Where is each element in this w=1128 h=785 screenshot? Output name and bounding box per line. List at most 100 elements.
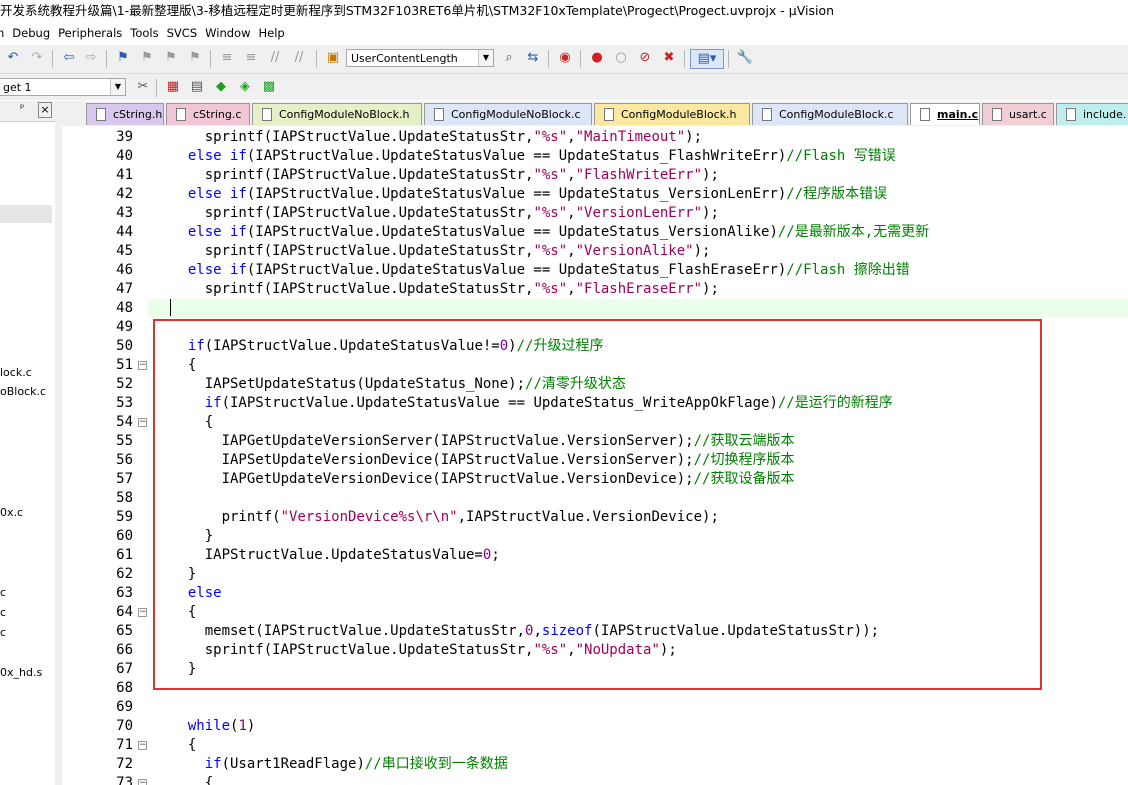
line-number: 46 — [116, 262, 133, 278]
target-options-icon[interactable]: ✂ — [134, 78, 152, 96]
code-token: , — [567, 243, 576, 259]
line-number: 69 — [116, 699, 133, 715]
close-icon[interactable]: × — [38, 102, 52, 118]
code-text: else if(IAPStructValue.UpdateStatusValue… — [171, 147, 896, 166]
menu-item-project[interactable]: n — [0, 23, 12, 44]
code-line: 48 — [62, 299, 1128, 318]
next-bookmark-icon[interactable]: ⚑ — [162, 49, 180, 67]
line-number: 58 — [116, 490, 133, 506]
project-file[interactable]: 0x.c — [0, 506, 23, 519]
manage-components-icon[interactable]: ▤ — [188, 78, 206, 96]
debug-session-icon[interactable]: ◉ — [556, 49, 574, 67]
code-text: { — [171, 736, 196, 755]
code-line: 71− { — [62, 736, 1128, 755]
comment-icon[interactable]: // — [266, 49, 284, 67]
code-token: ); — [685, 129, 703, 145]
line-number: 52 — [116, 376, 133, 392]
redo-icon[interactable]: ↷ — [28, 49, 46, 67]
code-text: sprintf(IAPStructValue.UpdateStatusStr,"… — [171, 166, 719, 185]
chevron-down-icon[interactable]: ▼ — [110, 79, 125, 95]
code-line: 52 IAPSetUpdateStatus(UpdateStatus_None)… — [62, 375, 1128, 394]
find-combo[interactable]: UserContentLength ▼ — [346, 49, 494, 67]
code-editor[interactable]: 39 sprintf(IAPStructValue.UpdateStatusSt… — [62, 126, 1128, 785]
code-token: sprintf(IAPStructValue.UpdateStatusStr, — [171, 642, 534, 658]
enable-breakpoint-icon[interactable]: ○ — [612, 49, 630, 67]
code-line: 62 } — [62, 565, 1128, 584]
configure-icon[interactable]: 🔧 — [736, 49, 754, 67]
file-extensions-icon[interactable]: ▦ — [164, 78, 182, 96]
project-file[interactable]: oBlock.c — [0, 385, 46, 398]
panel-splitter[interactable] — [55, 101, 62, 785]
code-text: if(IAPStructValue.UpdateStatusValue == U… — [171, 394, 893, 413]
find-in-files-icon[interactable]: ▣ — [324, 49, 342, 67]
kill-breakpoints-icon[interactable]: ✖ — [660, 49, 678, 67]
select-packs-icon[interactable]: ◆ — [212, 78, 230, 96]
code-token: "%s" — [533, 243, 568, 259]
tab-include[interactable]: include. — [1056, 103, 1128, 125]
fold-toggle-icon[interactable]: − — [138, 741, 147, 750]
prev-bookmark-icon[interactable]: ⚑ — [138, 49, 156, 67]
project-file[interactable]: lock.c — [0, 366, 32, 379]
clear-bookmarks-icon[interactable]: ⚑ — [186, 49, 204, 67]
code-token: "VersionAlike" — [575, 243, 694, 259]
chevron-down-icon[interactable]: ▼ — [478, 50, 493, 66]
tab-cstring-h[interactable]: cString.h — [86, 103, 164, 125]
pack-installer-icon[interactable]: ◈ — [236, 78, 254, 96]
text-cursor — [170, 299, 171, 316]
code-line: 65 memset(IAPStructValue.UpdateStatusStr… — [62, 622, 1128, 641]
disable-breakpoints-icon[interactable]: ⊘ — [636, 49, 654, 67]
pin-icon[interactable]: ᵖ — [20, 103, 24, 114]
bookmark-icon[interactable]: ⚑ — [114, 49, 132, 67]
project-file[interactable]: c — [0, 626, 6, 639]
menu-item-tools[interactable]: Tools — [130, 23, 166, 44]
menu-item-peripherals[interactable]: Peripherals — [58, 23, 130, 44]
menu-item-help[interactable]: Help — [258, 23, 292, 44]
tab-cstring-c[interactable]: cString.c — [166, 103, 250, 125]
line-number: 43 — [116, 205, 133, 221]
find-icon[interactable]: ⌕ — [500, 49, 518, 67]
insert-breakpoint-icon[interactable]: ● — [588, 49, 606, 67]
file-icon — [1066, 108, 1076, 121]
menu-item-window[interactable]: Window — [205, 23, 258, 44]
update-packs-icon[interactable]: ▩ — [260, 78, 278, 96]
window-layout-icon[interactable]: ▤▾ — [690, 49, 724, 69]
navigate-back-icon[interactable]: ⇦ — [60, 49, 78, 67]
menu-item-svcs[interactable]: SVCS — [167, 23, 206, 44]
file-icon — [262, 108, 272, 121]
menu-item-debug[interactable]: Debug — [12, 23, 58, 44]
fold-toggle-icon[interactable]: − — [138, 608, 147, 617]
fold-toggle-icon[interactable]: − — [138, 361, 147, 370]
code-token: IAPGetUpdateVersionServer(IAPStructValue… — [171, 433, 694, 449]
tab-configmoduleblock-c[interactable]: ConfigModuleBlock.c — [752, 103, 908, 125]
incremental-find-icon[interactable]: ⇆ — [524, 49, 542, 67]
code-token: //升级过程序 — [516, 338, 604, 354]
target-select[interactable]: get 1 ▼ — [0, 78, 126, 96]
code-token: printf( — [171, 509, 281, 525]
project-file[interactable]: 0x_hd.s — [0, 666, 42, 679]
code-text: printf("VersionDevice%s\r\n",IAPStructVa… — [171, 508, 719, 527]
code-line: 43 sprintf(IAPStructValue.UpdateStatusSt… — [62, 204, 1128, 223]
indent-icon[interactable]: ≡ — [218, 49, 236, 67]
project-panel-header: ᵖ × — [0, 101, 55, 122]
undo-icon[interactable]: ↶ — [4, 49, 22, 67]
tab-configmodulenoblock-c[interactable]: ConfigModuleNoBlock.c — [424, 103, 592, 125]
code-token: ); — [702, 167, 719, 183]
project-file[interactable]: c — [0, 586, 6, 599]
line-number: 64 — [116, 604, 133, 620]
tab-usart-c[interactable]: usart.c — [982, 103, 1054, 125]
line-number: 68 — [116, 680, 133, 696]
navigate-forward-icon[interactable]: ⇨ — [82, 49, 100, 67]
code-token: if — [171, 756, 222, 772]
tab-configmoduleblock-h[interactable]: ConfigModuleBlock.h — [594, 103, 750, 125]
project-file[interactable]: c — [0, 606, 6, 619]
tab-main-c[interactable]: main.c — [910, 103, 980, 125]
tab-configmodulenoblock-h[interactable]: ConfigModuleNoBlock.h — [252, 103, 422, 125]
code-token: //获取设备版本 — [693, 471, 795, 487]
fold-toggle-icon[interactable]: − — [138, 418, 147, 427]
toolbar-spacer — [290, 74, 1128, 100]
uncomment-icon[interactable]: // — [290, 49, 308, 67]
target-select-value: get 1 — [3, 81, 32, 94]
unindent-icon[interactable]: ≡ — [242, 49, 260, 67]
fold-toggle-icon[interactable]: − — [138, 779, 147, 785]
code-line: 42 else if(IAPStructValue.UpdateStatusVa… — [62, 185, 1128, 204]
